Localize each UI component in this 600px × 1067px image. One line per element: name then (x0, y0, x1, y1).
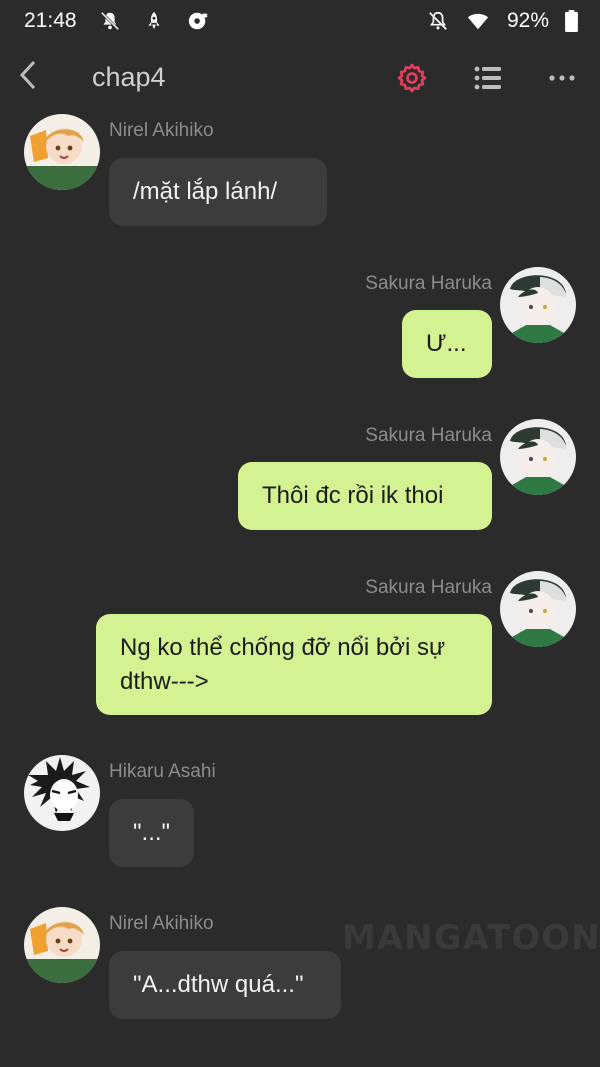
more-options-icon[interactable] (546, 62, 578, 94)
watermark: MANGATOON (342, 918, 600, 958)
sender-name: Sakura Haruka (365, 273, 492, 294)
page-title: chap4 (92, 62, 166, 92)
avatar-nirel-akihiko[interactable] (24, 114, 100, 190)
list-menu-icon[interactable] (472, 62, 504, 94)
message-bubble[interactable]: Ng ko thể chống đỡ nổi bởi sự dthw---> (96, 614, 492, 715)
message-bubble[interactable]: "..." (109, 799, 194, 867)
rocket-icon (148, 11, 160, 30)
sender-name: Sakura Haruka (365, 577, 492, 598)
back-arrow-icon[interactable] (14, 58, 44, 92)
battery-percent: 92% (506, 9, 549, 32)
avatar-sakura-haruka[interactable] (500, 419, 576, 495)
message-bubble[interactable]: Ư... (402, 310, 492, 378)
settings-gear-icon[interactable] (396, 62, 428, 94)
avatar-sakura-haruka[interactable] (500, 267, 576, 343)
status-right: 92% (427, 9, 578, 33)
app-bar: chap4 (0, 46, 600, 110)
sender-name: Hikaru Asahi (109, 761, 216, 782)
status-left: 21:48 (24, 9, 209, 33)
sender-name: Sakura Haruka (365, 425, 492, 446)
media-icon (188, 12, 207, 30)
avatar-hikaru-asahi[interactable] (24, 755, 100, 831)
message-bubble[interactable]: "A...dthw quá..." (109, 951, 341, 1019)
message-bubble[interactable]: Thôi đc rồi ik thoi (238, 462, 492, 530)
mute-notification-icon (100, 11, 119, 31)
battery-icon (565, 10, 578, 32)
sender-name: Nirel Akihiko (109, 120, 214, 141)
wifi-icon (467, 13, 489, 30)
status-bar: 21:48 92% (0, 0, 600, 42)
status-time: 21:48 (24, 9, 77, 32)
sender-name: Nirel Akihiko (109, 913, 214, 934)
avatar-sakura-haruka[interactable] (500, 571, 576, 647)
bell-off-icon (429, 11, 447, 30)
message-bubble[interactable]: /mặt lắp lánh/ (109, 158, 327, 226)
avatar-nirel-akihiko[interactable] (24, 907, 100, 983)
